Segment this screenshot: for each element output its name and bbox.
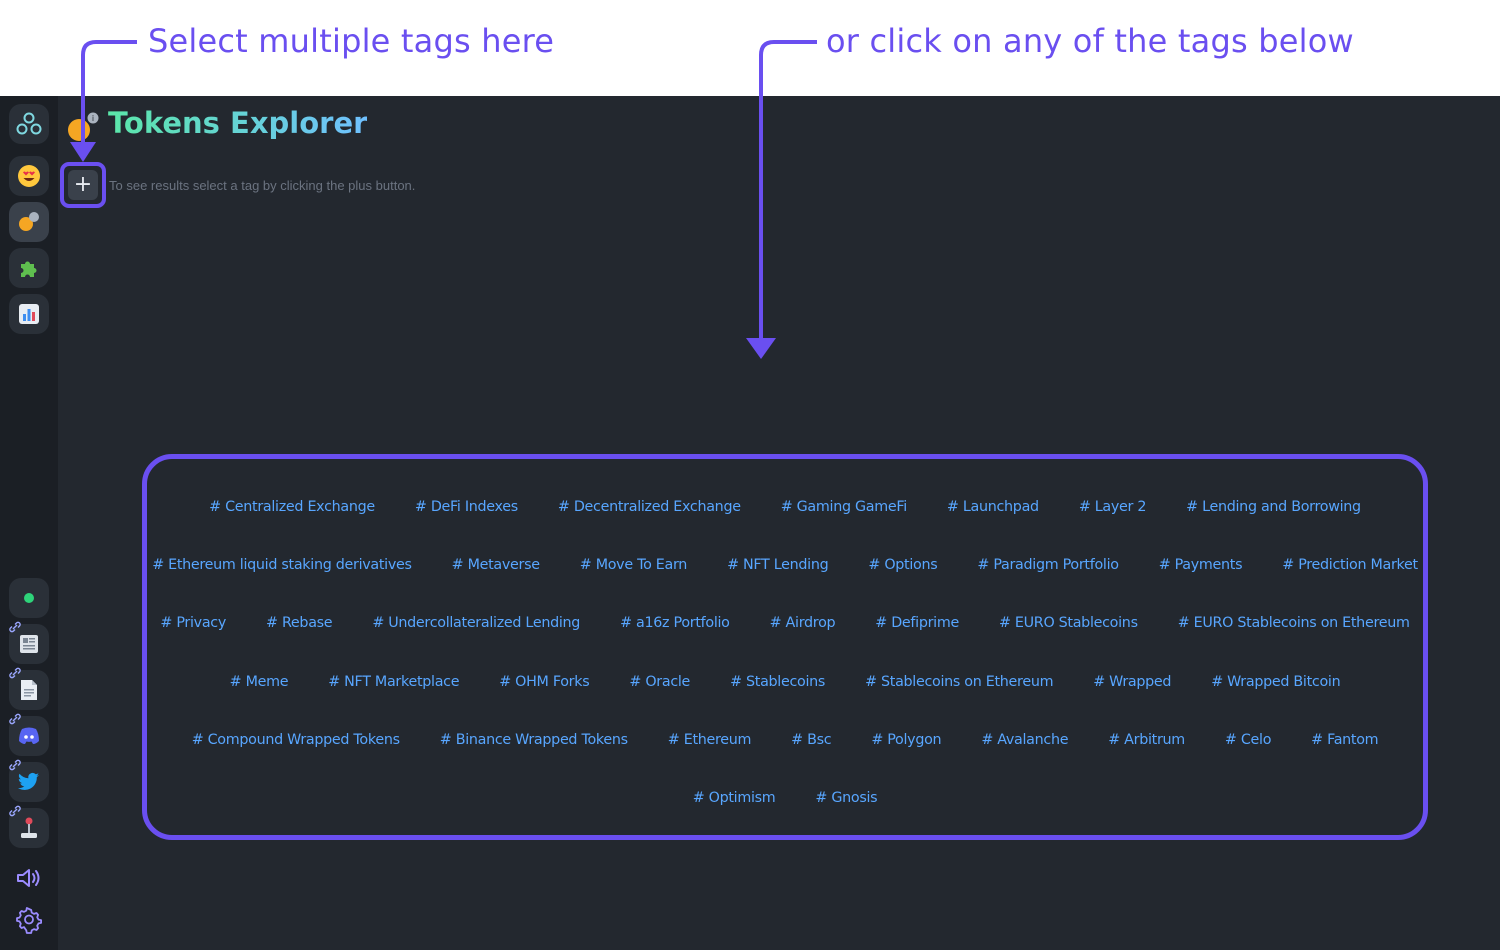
right-arrowhead-icon [746, 338, 776, 359]
annotation-arrows [70, 40, 817, 359]
left-callout-arrow [81, 40, 137, 148]
left-arrowhead-icon [70, 142, 96, 162]
right-callout-arrow [759, 40, 817, 342]
